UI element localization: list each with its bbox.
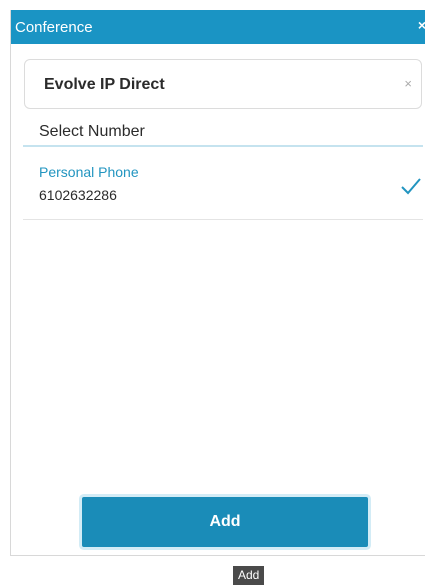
select-number-underline (23, 145, 423, 147)
number-list-item[interactable]: Personal Phone 6102632286 (23, 160, 423, 220)
phone-number: 6102632286 (39, 187, 117, 203)
dialog-titlebar: Conference × (11, 10, 425, 44)
number-type-label: Personal Phone (39, 164, 139, 180)
check-icon (401, 178, 421, 195)
close-icon[interactable]: × (412, 17, 425, 33)
contact-field[interactable]: Evolve IP Direct × (24, 59, 422, 109)
list-divider (23, 219, 423, 220)
dialog-title: Conference (15, 19, 93, 36)
add-button[interactable]: Add (82, 497, 368, 547)
add-tooltip: Add (233, 566, 265, 585)
conference-dialog: Conference × Evolve IP Direct × Select N… (10, 10, 425, 556)
select-number-label: Select Number (39, 123, 145, 140)
contact-name: Evolve IP Direct (44, 76, 165, 93)
clear-icon[interactable]: × (404, 76, 412, 91)
